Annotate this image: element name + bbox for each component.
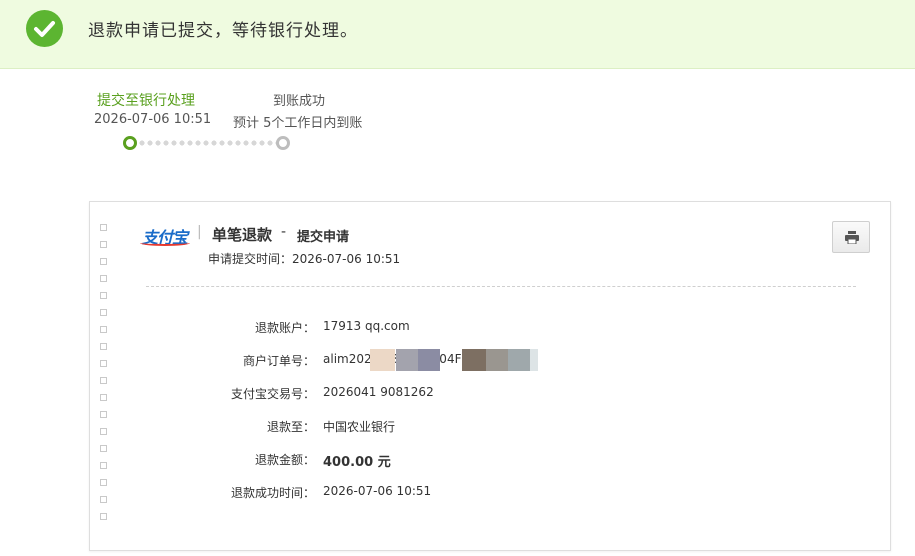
banner-message: 退款申请已提交，等待银行处理。 xyxy=(88,21,358,41)
receipt-subtitle: 提交申请 xyxy=(297,230,350,245)
check-circle-icon xyxy=(26,10,63,47)
receipt-title: 单笔退款 xyxy=(212,226,273,244)
step-2-time: 预计 5个工作日内到账 xyxy=(233,116,363,131)
redaction-block xyxy=(530,349,538,371)
step-1-title: 提交至银行处理 xyxy=(97,93,195,109)
detail-label: 退款金额： xyxy=(254,453,315,467)
detail-row-trade-no: 支付宝交易号： 2026041 9081262 xyxy=(90,383,890,403)
redaction-block xyxy=(462,349,486,371)
redaction-block xyxy=(486,349,508,371)
redaction-block xyxy=(418,349,440,371)
step-1-time: 2026-07-06 10:51 xyxy=(94,112,212,127)
detail-label: 退款至： xyxy=(266,420,315,434)
step-2-node xyxy=(276,136,290,150)
step-1-node xyxy=(123,136,137,150)
detail-label: 商户订单号： xyxy=(242,354,315,368)
detail-label: 退款成功时间： xyxy=(230,486,315,500)
refund-receipt-card: 支付宝 | 单笔退款 - 提交申请 申请提交时间：2026-07-06 10:5… xyxy=(89,201,891,551)
title-dash: - xyxy=(281,224,287,240)
detail-row-refund-to: 退款至： 中国农业银行 xyxy=(90,416,890,436)
detail-value: 2026041 9081262 xyxy=(323,385,434,399)
submit-time-value: 2026-07-06 10:51 xyxy=(292,252,401,266)
step-2-title: 到账成功 xyxy=(273,94,326,109)
detail-row-success-time: 退款成功时间： 2026-07-06 10:51 xyxy=(90,482,890,502)
header-separator: | xyxy=(197,224,202,240)
detail-row-account: 退款账户： 17913 qq.com xyxy=(90,317,890,337)
success-banner: 退款申请已提交，等待银行处理。 xyxy=(0,0,915,69)
detail-value: 2026-07-06 10:51 xyxy=(323,484,432,498)
submit-time-label: 申请提交时间： xyxy=(208,252,293,266)
detail-label: 支付宝交易号： xyxy=(230,387,315,401)
progress-track xyxy=(130,140,283,146)
redaction-block xyxy=(370,349,395,371)
detail-row-amount: 退款金额： 400.00 元 xyxy=(90,449,890,470)
detail-value: 400.00 元 xyxy=(323,455,391,470)
dashed-divider xyxy=(146,286,856,287)
redaction-block xyxy=(396,349,418,371)
detail-label: 退款账户： xyxy=(254,321,315,335)
detail-value: 中国农业银行 xyxy=(323,420,396,434)
detail-value: 17913 qq.com xyxy=(323,319,410,333)
alipay-logo: 支付宝 xyxy=(140,224,190,248)
print-button[interactable] xyxy=(832,221,870,253)
print-icon xyxy=(845,231,859,244)
submit-time: 申请提交时间：2026-07-06 10:51 xyxy=(208,250,400,267)
redaction-block xyxy=(508,349,530,371)
